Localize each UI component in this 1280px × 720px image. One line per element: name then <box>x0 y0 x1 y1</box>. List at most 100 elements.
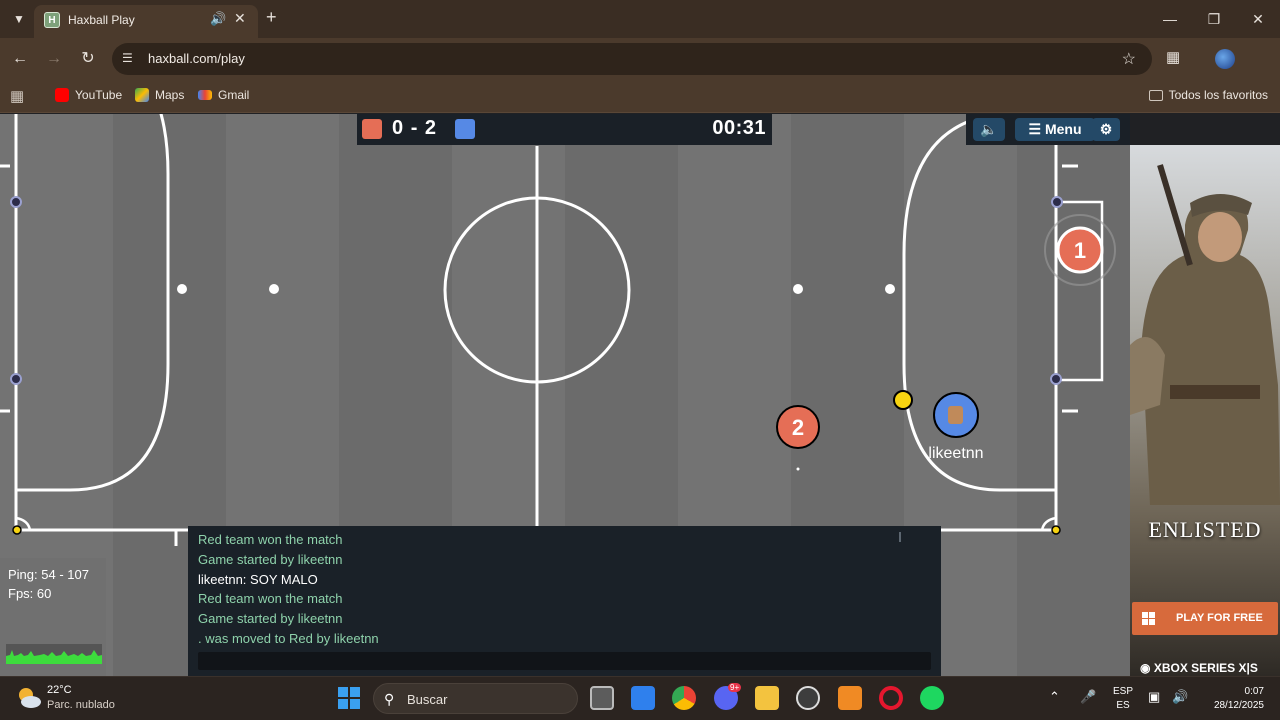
vlc-app-icon[interactable] <box>838 686 862 710</box>
ball <box>893 390 913 410</box>
weather-temperature[interactable]: 22°C <box>47 684 72 696</box>
minimize-icon[interactable]: — <box>1148 0 1192 38</box>
chat-panel: Red team won the match Game started by l… <box>188 526 941 676</box>
goal-post <box>1051 196 1063 208</box>
red-score: 0 <box>392 117 405 139</box>
score-separator: - <box>410 117 419 139</box>
player-avatar-icon <box>948 406 963 424</box>
menu-button[interactable]: ☰ Menu <box>1015 118 1095 141</box>
sound-toggle-icon[interactable]: 🔈 <box>973 118 1005 141</box>
steam-taskbar-icon[interactable] <box>796 686 820 710</box>
chat-scrollbar[interactable] <box>899 532 901 542</box>
settings-gear-icon[interactable]: ⚙ <box>1092 118 1120 141</box>
site-info-icon[interactable]: ☰ <box>122 51 133 65</box>
taskbar-search[interactable]: ⚲ Buscar <box>373 683 578 714</box>
browser-tabbar: ▼ H Haxball Play 🔊 ✕ + — ❐ ✕ <box>0 0 1280 38</box>
chat-line: Red team won the match <box>198 532 343 547</box>
profile-avatar[interactable] <box>1215 49 1235 69</box>
clock-date: 28/12/2025 <box>1213 700 1264 711</box>
haxball-favicon-icon: H <box>44 12 60 28</box>
windows-taskbar: 22°C Parc. nublado ⚲ Buscar 9+ ⌃ 🎤 ESP E… <box>0 676 1280 720</box>
url-text[interactable]: haxball.com/play <box>148 51 245 66</box>
tray-chevron-up-icon[interactable]: ⌃ <box>1049 689 1060 705</box>
goal-post <box>10 196 22 208</box>
chat-line: likeetnn: SOY MALO <box>198 572 318 587</box>
bookmark-star-icon[interactable]: ☆ <box>1122 49 1136 69</box>
tab-audio-icon[interactable]: 🔊 <box>210 11 226 27</box>
ping-text: Ping: 54 - 107 <box>8 567 89 582</box>
browser-navbar: ← → ↻ ☰ haxball.com/play ☆ ▦ ⋮ <box>0 38 1280 105</box>
lang-line-1: ESP <box>1113 686 1134 697</box>
penalty-spot <box>885 284 895 294</box>
blue-score: 2 <box>424 117 438 139</box>
windows-logo-icon <box>1142 612 1155 625</box>
spotify-taskbar-icon[interactable] <box>920 686 944 710</box>
xbox-platform-label: ◉ XBOX SERIES X|S <box>1140 661 1258 675</box>
tab-search-chevron-icon[interactable]: ▼ <box>6 6 32 32</box>
match-timer: 00:31 <box>712 117 766 139</box>
ad-brand-logo: ENLISTED <box>1148 517 1262 542</box>
task-view-icon[interactable] <box>590 686 614 710</box>
corner-post <box>1051 525 1061 535</box>
all-bookmarks[interactable]: Todos los favoritos <box>1148 88 1268 102</box>
microphone-icon[interactable]: 🎤 <box>1080 689 1096 705</box>
system-clock[interactable]: 0:07 28/12/2025 <box>1200 685 1264 713</box>
weather-description[interactable]: Parc. nublado <box>47 699 115 711</box>
blue-team-swatch <box>455 119 475 139</box>
apps-grid-icon[interactable]: ▦ <box>10 87 24 105</box>
cta-label: PLAY FOR FREE <box>1176 612 1263 624</box>
bookmarks-bar: ▦ YouTube Maps Gmail Todos los favoritos <box>0 80 1280 113</box>
bookmark-gmail[interactable]: Gmail <box>198 88 249 102</box>
bookmark-label: Gmail <box>218 88 250 102</box>
bookmark-maps[interactable]: Maps <box>135 88 184 102</box>
menu-label: Menu <box>1044 121 1082 137</box>
bookmark-youtube[interactable]: YouTube <box>55 88 122 102</box>
address-bar[interactable]: ☰ haxball.com/play ☆ <box>112 43 1152 75</box>
chat-line: Red team won the match <box>198 591 343 606</box>
forward-arrow-icon[interactable]: → <box>43 48 65 70</box>
back-arrow-icon[interactable]: ← <box>9 48 31 70</box>
advertisement-banner[interactable]: ENLISTED PLAY FOR FREE ◉ XBOX SERIES X|S <box>1130 145 1280 676</box>
bookmark-label: YouTube <box>75 88 123 102</box>
windows-start-icon[interactable] <box>337 686 361 710</box>
widgets-app-icon[interactable] <box>631 686 655 710</box>
search-label: Buscar <box>407 692 448 707</box>
xbox-icon: ◉ <box>1140 661 1151 675</box>
chrome-taskbar-icon[interactable] <box>672 686 696 710</box>
network-icon[interactable]: ▣ <box>1148 689 1160 705</box>
game-top-menu: 🔈 ☰ Menu ⚙ <box>966 114 1130 145</box>
fps-graph <box>6 644 102 664</box>
lang-line-2: ES <box>1116 700 1130 711</box>
fps-text: Fps: 60 <box>8 586 52 601</box>
folder-icon <box>1148 89 1163 101</box>
weather-partly-cloudy-icon[interactable] <box>16 686 42 710</box>
scoreboard: 0 - 2 00:31 <box>357 114 772 145</box>
chat-line: Game started by likeetnn <box>198 552 343 567</box>
clock-time: 0:07 <box>1244 686 1264 697</box>
close-window-icon[interactable]: ✕ <box>1236 0 1280 38</box>
tab-close-icon[interactable]: ✕ <box>234 10 246 27</box>
file-explorer-icon[interactable] <box>755 686 779 710</box>
goal-post <box>10 373 22 385</box>
player-number: 1 <box>1074 238 1086 263</box>
red-team-swatch <box>362 119 382 139</box>
chat-input[interactable] <box>198 652 931 670</box>
reload-icon[interactable]: ↻ <box>77 48 99 70</box>
new-tab-icon[interactable]: + <box>266 8 277 26</box>
browser-tab[interactable]: H Haxball Play 🔊 ✕ <box>34 5 258 38</box>
score-text: 0 - 2 <box>392 117 437 140</box>
gmail-icon <box>198 90 212 100</box>
volume-icon[interactable]: 🔊 <box>1172 689 1188 705</box>
discord-badge: 9+ <box>728 683 742 692</box>
play-for-free-button[interactable]: PLAY FOR FREE <box>1132 602 1278 635</box>
haxball-game-canvas[interactable]: 1 2 likeetnn 0 - 2 00:31 🔈 ☰ Menu ⚙ Ping… <box>0 114 1130 676</box>
player-number: 2 <box>792 415 804 440</box>
extensions-icon[interactable]: ▦ <box>1166 48 1180 66</box>
language-indicator[interactable]: ESP ES <box>1113 685 1133 713</box>
restore-icon[interactable]: ❐ <box>1192 0 1236 38</box>
opera-taskbar-icon[interactable] <box>879 686 903 710</box>
search-icon: ⚲ <box>384 691 395 707</box>
hamburger-icon: ☰ <box>1028 121 1042 137</box>
goal-post <box>1050 373 1062 385</box>
network-stats: Ping: 54 - 107 Fps: 60 <box>0 558 106 676</box>
